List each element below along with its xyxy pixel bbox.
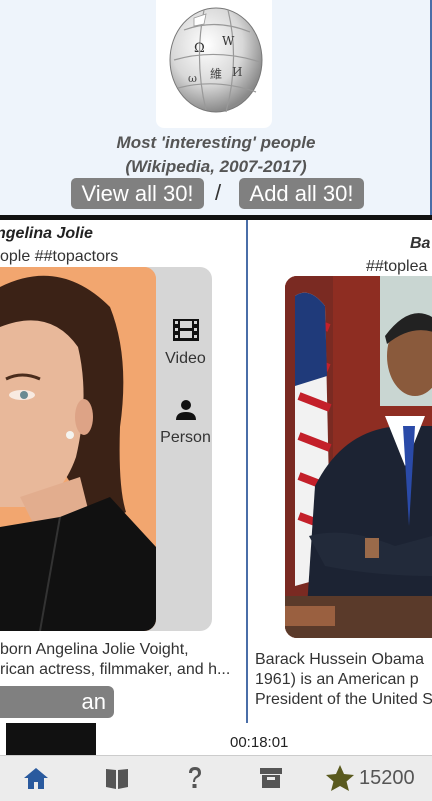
archive-icon[interactable] xyxy=(259,766,283,790)
card-description-2-line-2: 1961) is an American p xyxy=(255,671,419,688)
svg-text:W: W xyxy=(222,34,235,48)
svg-text:ω: ω xyxy=(188,72,197,85)
card-description-2-line-1: Barack Hussein Obama xyxy=(255,651,424,668)
video-duration: 00:18:01 xyxy=(230,734,289,751)
subtitle-line-2: (Wikipedia, 2007-2017) xyxy=(125,157,307,176)
add-interest-button[interactable]: an interest! xyxy=(0,686,114,746)
home-icon[interactable] xyxy=(23,766,49,790)
help-icon[interactable] xyxy=(186,766,204,790)
svg-text:И: И xyxy=(232,65,242,79)
card-tags-2: ##toplea xyxy=(366,258,428,275)
person-action-label[interactable]: Person xyxy=(152,429,219,447)
svg-text:維: 維 xyxy=(210,67,222,81)
video-thumbnail[interactable] xyxy=(6,723,96,755)
card-description-2-line-3: President of the United S xyxy=(255,691,432,708)
card-description-1-line-1: born Angelina Jolie Voight, xyxy=(0,641,189,658)
wikipedia-globe-icon: Ω W 維 И ω xyxy=(169,7,263,113)
add-all-button[interactable]: Add all 30! xyxy=(239,178,364,209)
card-description-1: born Angelina Jolie Voight, rican actres… xyxy=(0,640,240,680)
card-separator xyxy=(246,220,248,723)
star-icon[interactable] xyxy=(325,764,355,792)
wikipedia-logo: Ω W 維 И ω xyxy=(156,0,272,128)
person-icon[interactable] xyxy=(174,398,198,422)
svg-text:Ω: Ω xyxy=(194,41,205,56)
person-photo-2[interactable] xyxy=(285,276,432,638)
points-score: 15200 xyxy=(359,767,415,789)
film-icon[interactable] xyxy=(172,318,200,342)
card-title-2: Ba xyxy=(410,235,431,252)
subtitle-line-1: Most 'interesting' people xyxy=(116,133,316,152)
video-action-label[interactable]: Video xyxy=(152,350,219,368)
card-title-1: ngelina Jolie xyxy=(0,225,93,242)
card-description-1-line-2: rican actress, filmmaker, and h... xyxy=(0,661,231,678)
book-icon[interactable] xyxy=(104,766,130,790)
view-all-button[interactable]: View all 30! xyxy=(71,178,204,209)
card-description-2: Barack Hussein Obama 1961) is an America… xyxy=(255,650,432,710)
card-tags-1: ople ##topactors xyxy=(0,248,119,265)
person-photo-1[interactable] xyxy=(0,267,156,631)
separator-slash: / xyxy=(215,180,222,205)
